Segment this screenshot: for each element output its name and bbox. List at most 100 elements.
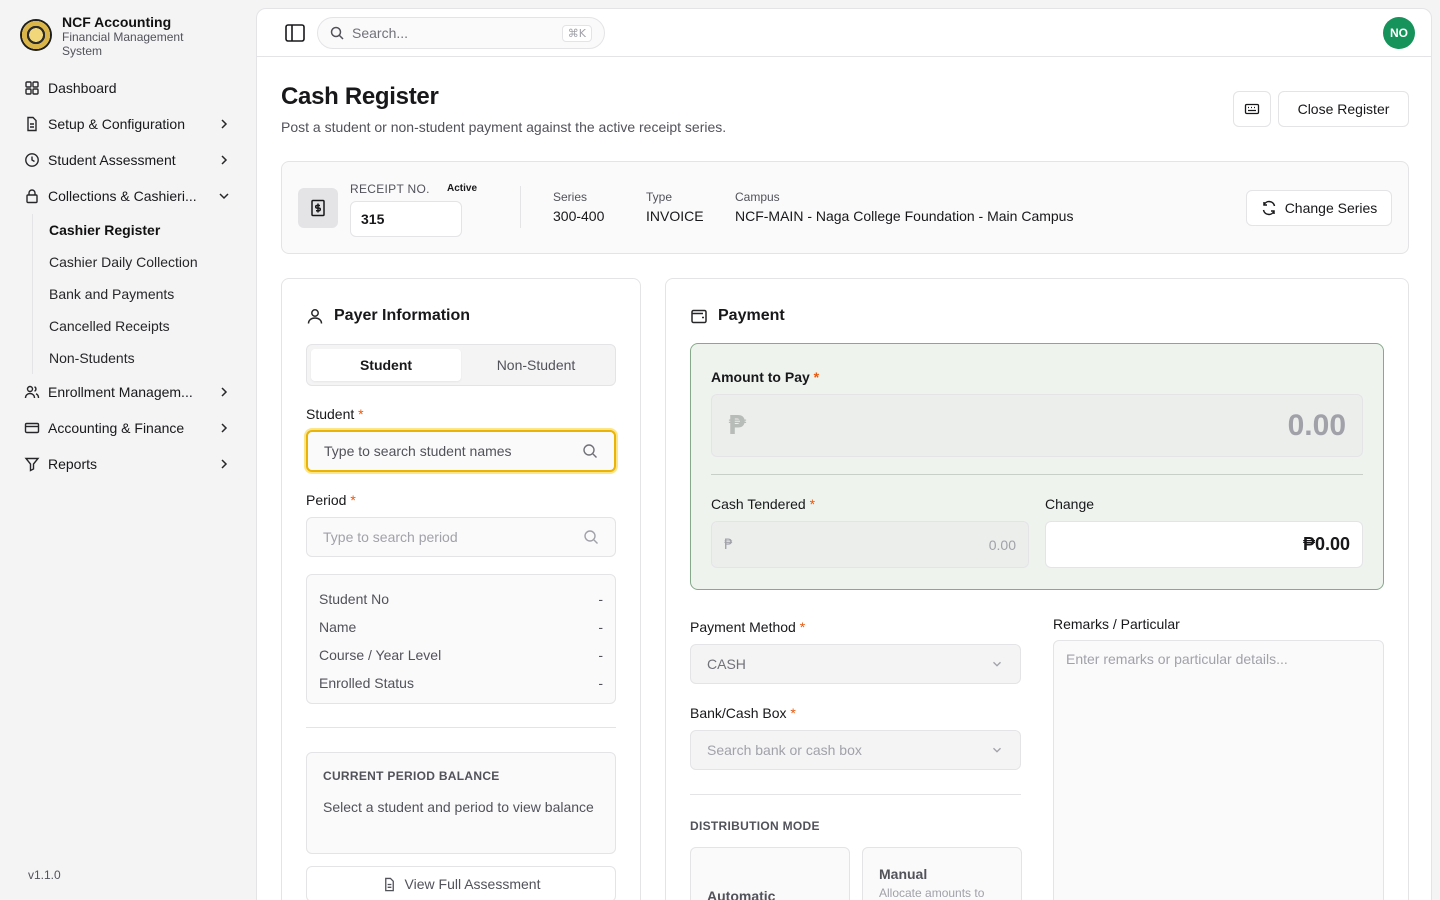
sidebar-item-label: Setup & Configuration (48, 116, 185, 132)
student-search-input[interactable]: Type to search student names (306, 430, 616, 472)
info-row-course: Course / Year Level - (319, 641, 603, 669)
balance-text: Select a student and period to view bala… (323, 799, 594, 815)
student-field-label: Student * (306, 406, 364, 422)
brand[interactable]: NCF Accounting Financial Management Syst… (20, 14, 202, 58)
search-icon (583, 529, 599, 545)
cash-tendered-field[interactable]: ₱ 0.00 (711, 521, 1029, 568)
sidebar-item-label: Reports (48, 456, 98, 472)
sidebar-item-label: Collections & Cashieri... (48, 188, 197, 204)
sidebar-toggle-button[interactable] (283, 21, 307, 45)
receipt-icon (298, 188, 338, 228)
search-icon (330, 26, 344, 40)
sidebar-item-enrollment[interactable]: Enrollment Managem... (16, 374, 240, 410)
sidebar-item-reports[interactable]: Reports (16, 446, 240, 482)
chevron-down-icon (990, 743, 1004, 757)
search-placeholder: Search... (352, 25, 409, 41)
sidebar-item-label: Accounting & Finance (48, 420, 185, 436)
student-info-box: Student No - Name - Course / Year Level … (306, 574, 616, 704)
info-label: Enrolled Status (319, 675, 414, 691)
page-description: Post a student or non-student payment ag… (281, 119, 727, 135)
users-icon (24, 384, 40, 400)
document-icon (382, 877, 397, 892)
sidebar-subitem-cashier-register[interactable]: Cashier Register (49, 214, 240, 246)
view-full-assessment-button[interactable]: View Full Assessment (306, 866, 616, 900)
search-shortcut: ⌘K (561, 24, 592, 42)
payment-method-label: Payment Method * (690, 619, 805, 635)
sidebar-item-student-assessment[interactable]: Student Assessment (16, 142, 240, 178)
period-search-input[interactable]: Type to search period (306, 517, 616, 557)
card-icon (24, 420, 40, 436)
type-label: Type (646, 190, 673, 204)
divider (711, 474, 1363, 475)
sidebar-subitem-cashier-daily-collection[interactable]: Cashier Daily Collection (49, 246, 240, 278)
student-label-text: Student (306, 406, 355, 422)
tab-student[interactable]: Student (311, 349, 461, 381)
remarks-textarea[interactable]: Enter remarks or particular details... (1053, 640, 1384, 900)
close-register-button[interactable]: Close Register (1278, 91, 1409, 127)
amount-to-pay-field[interactable]: ₱ 0.00 (711, 394, 1363, 457)
balance-title: CURRENT PERIOD BALANCE (323, 769, 500, 783)
page-title: Cash Register (281, 83, 439, 110)
sidebar-item-setup[interactable]: Setup & Configuration (16, 106, 240, 142)
change-series-button[interactable]: Change Series (1246, 190, 1392, 226)
current-period-balance-box: CURRENT PERIOD BALANCE Select a student … (306, 752, 616, 854)
change-label: Change (1045, 496, 1095, 512)
search-input[interactable]: Search... ⌘K (317, 17, 605, 49)
chevron-right-icon (216, 456, 232, 472)
mode-title: Automatic (707, 888, 776, 900)
sidebar-subitem-cancelled-receipts[interactable]: Cancelled Receipts (49, 310, 240, 342)
amount-to-pay-label: Amount to Pay * (711, 369, 819, 385)
cash-tendered-label: Cash Tendered * (711, 496, 815, 512)
sidebar: NCF Accounting Financial Management Syst… (0, 0, 256, 900)
mode-description: Allocate amounts to (879, 886, 985, 900)
period-label-text: Period (306, 492, 347, 508)
chevron-right-icon (216, 116, 232, 132)
series-label: Series (553, 190, 588, 204)
peso-icon: ₱ (728, 410, 747, 441)
change-field: ₱0.00 (1045, 521, 1363, 568)
cash-tendered-value: 0.00 (988, 536, 1016, 553)
bank-cash-box-select[interactable]: Search bank or cash box (690, 730, 1021, 770)
required-mark: * (799, 619, 806, 635)
mode-title: Manual (879, 866, 928, 882)
sidebar-item-label: Dashboard (48, 80, 117, 96)
required-mark: * (358, 406, 364, 422)
required-mark: * (350, 492, 356, 508)
series-field: Series 300-400 (553, 190, 604, 224)
info-row-enrolled-status: Enrolled Status - (319, 669, 603, 697)
payer-information-card: Payer Information Student Non-Student St… (281, 278, 641, 900)
distribution-mode-automatic[interactable]: Automatic (690, 847, 850, 900)
info-value: - (598, 675, 603, 691)
required-mark: * (809, 496, 816, 512)
main-panel: Search... ⌘K NO Cash Register Post a stu… (256, 8, 1432, 900)
sidebar-item-dashboard[interactable]: Dashboard (16, 70, 240, 106)
sidebar-nav: Dashboard Setup & Configuration Student … (16, 70, 240, 482)
peso-icon: ₱ (724, 536, 733, 553)
payment-card-header: Payment (690, 307, 785, 325)
sidebar-subitem-bank-and-payments[interactable]: Bank and Payments (49, 278, 240, 310)
clock-icon (24, 152, 40, 168)
period-search-placeholder: Type to search period (323, 529, 458, 545)
distribution-mode-manual[interactable]: Manual Allocate amounts to (862, 847, 1022, 900)
receipt-number-field[interactable]: 315 (350, 201, 462, 237)
cash-tendered-label-text: Cash Tendered (711, 496, 806, 512)
payer-type-toggle: Student Non-Student (306, 344, 616, 386)
distribution-mode-title: DISTRIBUTION MODE (690, 819, 820, 833)
period-field-label: Period * (306, 492, 356, 508)
series-value: 300-400 (553, 208, 605, 224)
tab-non-student[interactable]: Non-Student (461, 349, 611, 381)
amount-panel: Amount to Pay * ₱ 0.00 Cash Tendered * C… (690, 343, 1384, 590)
campus-label: Campus (735, 190, 780, 204)
sidebar-item-collections[interactable]: Collections & Cashieri... (16, 178, 240, 214)
type-field: Type INVOICE (646, 190, 704, 224)
bank-cash-box-placeholder: Search bank or cash box (707, 742, 862, 758)
sidebar-subitem-non-students[interactable]: Non-Students (49, 342, 240, 374)
status-badge: Active (447, 183, 478, 194)
avatar[interactable]: NO (1383, 17, 1415, 49)
keyboard-shortcuts-button[interactable] (1233, 91, 1271, 127)
sidebar-item-label: Enrollment Managem... (48, 384, 193, 400)
receipt-number-label: RECEIPT NO. (350, 182, 430, 196)
sidebar-item-accounting[interactable]: Accounting & Finance (16, 410, 240, 446)
payer-card-title: Payer Information (334, 307, 471, 324)
payment-method-select[interactable]: CASH (690, 644, 1021, 684)
